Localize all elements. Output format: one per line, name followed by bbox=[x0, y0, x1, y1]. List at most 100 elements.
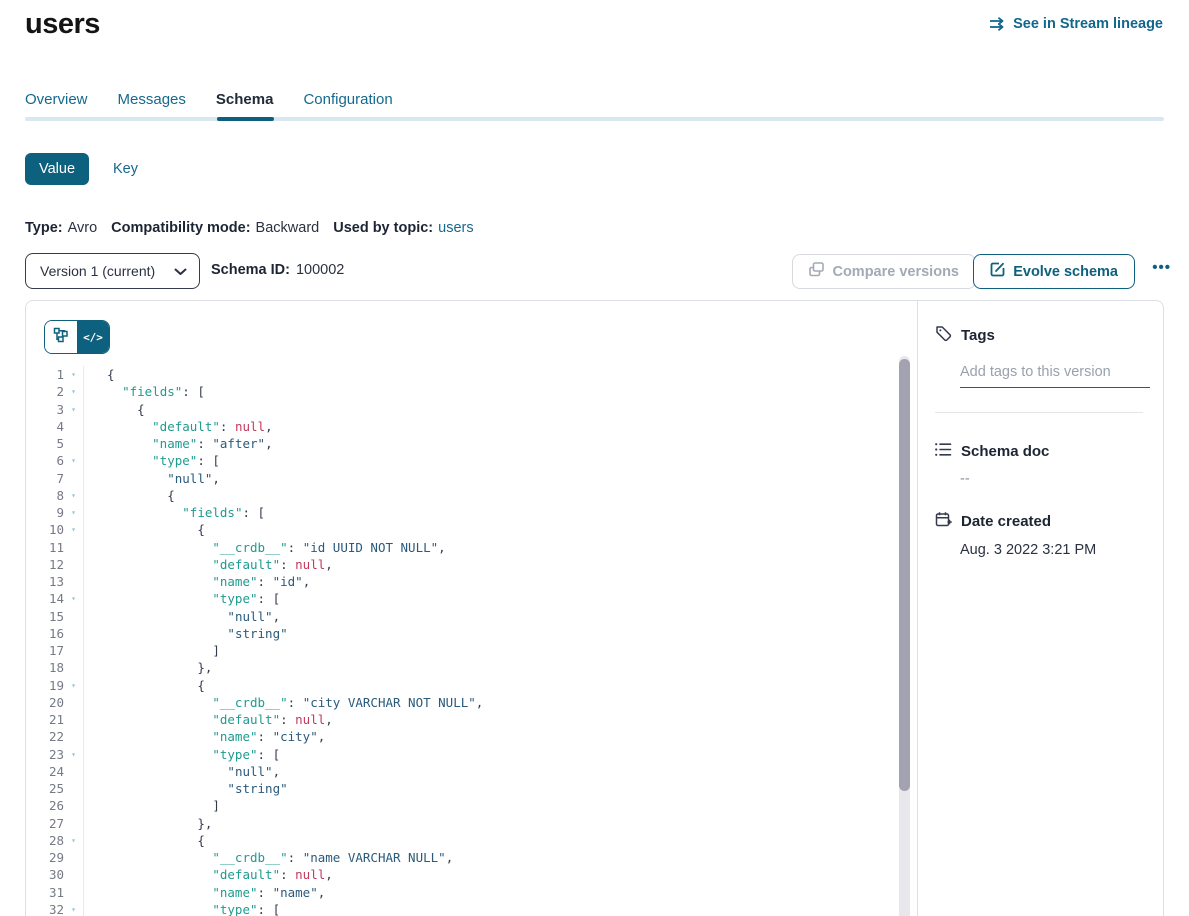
fold-toggle-icon[interactable]: ▾ bbox=[64, 383, 84, 400]
line-number: 9 bbox=[26, 504, 64, 521]
code-line-text: "default": null, bbox=[84, 556, 333, 573]
schema-card: </> 1▾{2▾ "fields": [3▾ {4 "default": nu… bbox=[25, 300, 1164, 916]
key-toggle-button[interactable]: Key bbox=[113, 161, 138, 177]
schema-doc-section-header: Schema doc bbox=[935, 442, 1143, 461]
code-line-text: "fields": [ bbox=[84, 383, 205, 400]
fold-toggle-icon[interactable]: ▾ bbox=[64, 590, 84, 607]
code-line: 15 "null", bbox=[26, 608, 917, 625]
code-line: 16 "string" bbox=[26, 625, 917, 642]
code-line-text: }, bbox=[84, 815, 212, 832]
more-options-button[interactable]: ••• bbox=[1152, 259, 1171, 276]
tags-section-header: Tags bbox=[935, 325, 1143, 346]
fold-spacer bbox=[64, 539, 84, 556]
schema-code-panel: </> 1▾{2▾ "fields": [3▾ {4 "default": nu… bbox=[26, 301, 918, 916]
used-by-topic-meta: Used by topic: users bbox=[333, 220, 473, 236]
code-line-text: }, bbox=[84, 659, 212, 676]
topic-link[interactable]: users bbox=[438, 220, 473, 236]
code-line: 1▾{ bbox=[26, 366, 917, 383]
tab-messages[interactable]: Messages bbox=[118, 91, 186, 108]
code-line-text: "__crdb__": "name VARCHAR NULL", bbox=[84, 849, 453, 866]
tree-view-button[interactable] bbox=[45, 321, 77, 353]
compatibility-value: Backward bbox=[256, 220, 320, 236]
fold-spacer bbox=[64, 849, 84, 866]
evolve-schema-button[interactable]: Evolve schema bbox=[973, 254, 1135, 289]
line-number: 32 bbox=[26, 901, 64, 916]
editor-scrollbar-thumb[interactable] bbox=[899, 359, 910, 791]
fold-spacer bbox=[64, 659, 84, 676]
evolve-schema-label: Evolve schema bbox=[1013, 264, 1118, 280]
code-line-text: "type": [ bbox=[84, 746, 280, 763]
fold-toggle-icon[interactable]: ▾ bbox=[64, 504, 84, 521]
code-line: 8▾ { bbox=[26, 487, 917, 504]
line-number: 16 bbox=[26, 625, 64, 642]
tab-configuration[interactable]: Configuration bbox=[303, 91, 392, 108]
fold-toggle-icon[interactable]: ▾ bbox=[64, 746, 84, 763]
fold-toggle-icon[interactable]: ▾ bbox=[64, 487, 84, 504]
active-tab-indicator bbox=[217, 117, 274, 121]
fold-toggle-icon[interactable]: ▾ bbox=[64, 452, 84, 469]
fold-spacer bbox=[64, 625, 84, 642]
line-number: 3 bbox=[26, 401, 64, 418]
code-line-text: { bbox=[84, 832, 205, 849]
code-line: 18 }, bbox=[26, 659, 917, 676]
tab-overview[interactable]: Overview bbox=[25, 91, 88, 108]
fold-toggle-icon[interactable]: ▾ bbox=[64, 901, 84, 916]
line-number: 24 bbox=[26, 763, 64, 780]
version-select[interactable]: Version 1 (current) bbox=[25, 253, 200, 289]
see-in-stream-lineage-link[interactable]: See in Stream lineage bbox=[989, 16, 1163, 32]
code-line: 19▾ { bbox=[26, 677, 917, 694]
code-line-text: ] bbox=[84, 797, 220, 814]
add-tags-input[interactable] bbox=[960, 364, 1150, 388]
line-number: 7 bbox=[26, 470, 64, 487]
fold-toggle-icon[interactable]: ▾ bbox=[64, 366, 84, 383]
fold-toggle-icon[interactable]: ▾ bbox=[64, 677, 84, 694]
fold-spacer bbox=[64, 435, 84, 452]
editor-view-toggle: </> bbox=[44, 320, 110, 354]
code-line: 10▾ { bbox=[26, 521, 917, 538]
value-toggle-button[interactable]: Value bbox=[25, 153, 89, 185]
used-by-topic-label: Used by topic: bbox=[333, 220, 433, 236]
code-line-text: "type": [ bbox=[84, 590, 280, 607]
editor-scrollbar-track[interactable] bbox=[899, 356, 910, 916]
compatibility-meta: Compatibility mode: Backward bbox=[111, 220, 319, 236]
code-line-text: { bbox=[84, 677, 205, 694]
code-line: 17 ] bbox=[26, 642, 917, 659]
fold-toggle-icon[interactable]: ▾ bbox=[64, 832, 84, 849]
line-number: 13 bbox=[26, 573, 64, 590]
line-number: 5 bbox=[26, 435, 64, 452]
fold-toggle-icon[interactable]: ▾ bbox=[64, 401, 84, 418]
schema-doc-title: Schema doc bbox=[961, 443, 1049, 460]
code-line-text: { bbox=[84, 401, 145, 418]
page-title: users bbox=[25, 8, 100, 41]
tab-schema[interactable]: Schema bbox=[216, 91, 274, 108]
edit-icon bbox=[990, 262, 1005, 281]
code-line: 26 ] bbox=[26, 797, 917, 814]
line-number: 23 bbox=[26, 746, 64, 763]
compare-versions-button[interactable]: Compare versions bbox=[792, 254, 976, 289]
schema-controls-row: Version 1 (current) Schema ID: 100002 Co… bbox=[0, 253, 1189, 289]
fold-spacer bbox=[64, 815, 84, 832]
code-line-text: "null", bbox=[84, 608, 280, 625]
tab-bar: Overview Messages Schema Configuration bbox=[25, 91, 393, 108]
line-number: 15 bbox=[26, 608, 64, 625]
fold-toggle-icon[interactable]: ▾ bbox=[64, 521, 84, 538]
date-created-value: Aug. 3 2022 3:21 PM bbox=[960, 542, 1143, 558]
code-line: 5 "name": "after", bbox=[26, 435, 917, 452]
code-line-text: "default": null, bbox=[84, 866, 333, 883]
chevron-down-icon bbox=[174, 263, 187, 279]
fold-spacer bbox=[64, 866, 84, 883]
compatibility-label: Compatibility mode: bbox=[111, 220, 250, 236]
line-number: 2 bbox=[26, 383, 64, 400]
code-line-text: "default": null, bbox=[84, 418, 273, 435]
fold-spacer bbox=[64, 608, 84, 625]
code-lines: 1▾{2▾ "fields": [3▾ {4 "default": null,5… bbox=[26, 366, 917, 916]
code-line: 32▾ "type": [ bbox=[26, 901, 917, 916]
code-view-button[interactable]: </> bbox=[77, 321, 109, 353]
date-created-section-header: Date created bbox=[935, 511, 1143, 532]
schema-id: Schema ID: 100002 bbox=[211, 262, 344, 278]
line-number: 6 bbox=[26, 452, 64, 469]
code-line: 28▾ { bbox=[26, 832, 917, 849]
code-line: 3▾ { bbox=[26, 401, 917, 418]
fold-spacer bbox=[64, 573, 84, 590]
code-line-text: "name": "city", bbox=[84, 728, 325, 745]
